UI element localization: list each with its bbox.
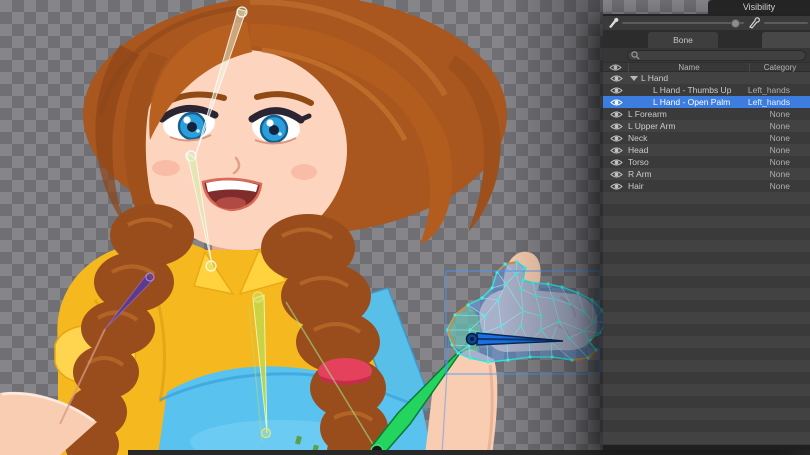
eye-icon[interactable] [610, 122, 623, 131]
column-header-category[interactable]: Category [749, 63, 810, 72]
tab-bone[interactable]: Bone [648, 32, 718, 48]
foldout-triangle-icon[interactable] [630, 76, 638, 81]
opacity-toolbar [603, 16, 810, 30]
table-row-neck[interactable]: Neck None [603, 132, 810, 144]
eye-icon[interactable] [610, 134, 623, 143]
mesh-opacity-slider[interactable] [764, 22, 808, 24]
eye-icon[interactable] [610, 86, 623, 95]
eye-icon[interactable] [610, 158, 623, 167]
skinning-editor-window: Visibility Bone [0, 0, 810, 455]
eye-icon[interactable] [610, 170, 623, 179]
tab-sprite-partial[interactable] [762, 32, 810, 48]
table-row-torso[interactable]: Torso None [603, 156, 810, 168]
table-header: Name Category [603, 62, 810, 72]
eye-icon[interactable] [610, 110, 623, 119]
eye-icon[interactable] [610, 146, 623, 155]
table-row-l-forearm[interactable]: L Forearm None [603, 108, 810, 120]
bone-icon [748, 17, 760, 29]
eye-icon[interactable] [610, 98, 623, 107]
search-field[interactable] [627, 50, 806, 61]
search-icon [631, 51, 640, 60]
visibility-tab-bar: Bone [603, 30, 810, 48]
table-row-head[interactable]: Head None [603, 144, 810, 156]
table-row-l-upper-arm[interactable]: L Upper Arm None [603, 120, 810, 132]
column-header-name[interactable]: Name [628, 63, 749, 72]
table-row-hair[interactable]: Hair None [603, 180, 810, 192]
bone-opacity-slider[interactable] [622, 22, 744, 24]
search-input[interactable] [640, 51, 805, 60]
bone-opacity-handle[interactable] [731, 19, 740, 28]
canvas-bottom-edge [128, 450, 810, 455]
table-row-open-palm-selected[interactable]: L Hand - Open Palm Left_hands [603, 96, 810, 108]
table-row-r-arm[interactable]: R Arm None [603, 168, 810, 180]
table-row-thumbs-up[interactable]: L Hand - Thumbs Up Left_hands [603, 84, 810, 96]
eye-icon[interactable] [610, 74, 623, 83]
search-row [603, 48, 810, 62]
visibility-panel-title[interactable]: Visibility [708, 0, 810, 14]
table-row-l-hand[interactable]: L Hand [603, 72, 810, 84]
eye-icon[interactable] [610, 182, 623, 191]
visibility-panel: Bone Name Category L H [603, 14, 810, 450]
bone-icon [607, 17, 619, 29]
visibility-column-eye-icon[interactable] [603, 63, 628, 72]
sprite-list: L Hand L Hand - Thumbs Up Left_hands L H… [603, 72, 810, 445]
